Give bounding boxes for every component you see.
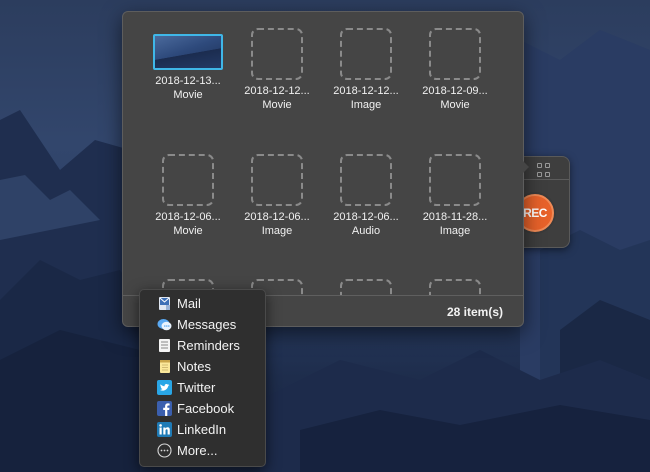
history-item[interactable]: 2018-12-06... Audio xyxy=(326,154,406,239)
share-menu-item-messages[interactable]: Messages xyxy=(140,314,265,335)
more-icon xyxy=(157,443,172,458)
mail-icon xyxy=(159,297,170,310)
facebook-icon xyxy=(157,401,172,416)
menu-item-label: Twitter xyxy=(177,380,216,395)
share-menu-item-notes[interactable]: Notes xyxy=(140,356,265,377)
menu-item-label: Notes xyxy=(177,359,211,374)
history-item[interactable]: 2018-12-12... Movie xyxy=(237,28,317,113)
history-item[interactable]: 2018-12-09... Movie xyxy=(415,28,495,113)
item-type: Audio xyxy=(351,225,381,237)
share-menu-item-reminders[interactable]: Reminders xyxy=(140,335,265,356)
messages-icon xyxy=(157,319,172,331)
desktop-background: REC 2018-12-13... Movie 2018-12-12... Mo… xyxy=(0,0,650,472)
item-name: 2018-12-09... xyxy=(422,85,488,97)
item-name: 2018-12-06... xyxy=(333,211,399,223)
history-item-partial[interactable] xyxy=(326,279,406,295)
history-panel: 2018-12-13... Movie 2018-12-12... Movie … xyxy=(122,11,524,327)
history-item[interactable]: 2018-12-06... Image xyxy=(237,154,317,239)
share-menu-item-linkedin[interactable]: LinkedIn xyxy=(140,419,265,440)
item-type: Image xyxy=(261,225,293,237)
thumbnail-placeholder[interactable] xyxy=(251,28,303,80)
share-menu-item-facebook[interactable]: Facebook xyxy=(140,398,265,419)
share-menu: Mail Messages Reminders Notes Twitter Fa… xyxy=(139,289,266,467)
thumbnail-placeholder[interactable] xyxy=(162,154,214,206)
share-menu-item-mail[interactable]: Mail xyxy=(140,293,265,314)
thumbnail-selected[interactable] xyxy=(153,34,223,70)
share-menu-item-twitter[interactable]: Twitter xyxy=(140,377,265,398)
item-type: Movie xyxy=(173,89,203,101)
item-name: 2018-12-13... xyxy=(155,75,221,87)
share-menu-item-more[interactable]: More... xyxy=(140,440,265,461)
thumbnail-placeholder[interactable] xyxy=(251,154,303,206)
history-grid-icon[interactable] xyxy=(537,163,551,177)
history-grid: 2018-12-13... Movie 2018-12-12... Movie … xyxy=(123,12,523,295)
reminders-icon xyxy=(159,339,170,352)
menu-item-label: LinkedIn xyxy=(177,422,227,437)
history-item[interactable]: 2018-11-28... Image xyxy=(415,154,495,239)
history-item[interactable]: 2018-12-06... Movie xyxy=(148,154,228,239)
menu-item-label: Reminders xyxy=(177,338,240,353)
item-type: Image xyxy=(350,99,382,111)
thumbnail-placeholder[interactable] xyxy=(340,28,392,80)
history-item-partial[interactable] xyxy=(415,279,495,295)
thumbnail-placeholder[interactable] xyxy=(429,28,481,80)
thumbnail-placeholder[interactable] xyxy=(429,279,481,295)
item-count: 28 item(s) xyxy=(446,305,503,319)
menu-item-label: Messages xyxy=(177,317,237,332)
history-item[interactable]: 2018-12-12... Image xyxy=(326,28,406,113)
item-name: 2018-11-28... xyxy=(422,211,488,223)
item-name: 2018-12-06... xyxy=(155,211,221,223)
item-type: Movie xyxy=(173,225,203,237)
item-type: Movie xyxy=(440,99,470,111)
history-item[interactable]: 2018-12-13... Movie xyxy=(148,34,228,103)
menu-item-label: Facebook xyxy=(177,401,235,416)
notes-icon xyxy=(160,360,170,373)
menu-item-label: Mail xyxy=(177,296,201,311)
item-type: Movie xyxy=(262,99,292,111)
thumbnail-placeholder[interactable] xyxy=(340,279,392,295)
twitter-icon xyxy=(157,380,172,395)
item-name: 2018-12-06... xyxy=(244,211,310,223)
panel-pointer-arrow xyxy=(520,158,529,176)
thumbnail-placeholder[interactable] xyxy=(429,154,481,206)
item-name: 2018-12-12... xyxy=(333,85,399,97)
menu-item-label: More... xyxy=(177,443,218,458)
item-type: Image xyxy=(439,225,471,237)
thumbnail-placeholder[interactable] xyxy=(340,154,392,206)
item-name: 2018-12-12... xyxy=(244,85,310,97)
linkedin-icon xyxy=(157,422,172,437)
